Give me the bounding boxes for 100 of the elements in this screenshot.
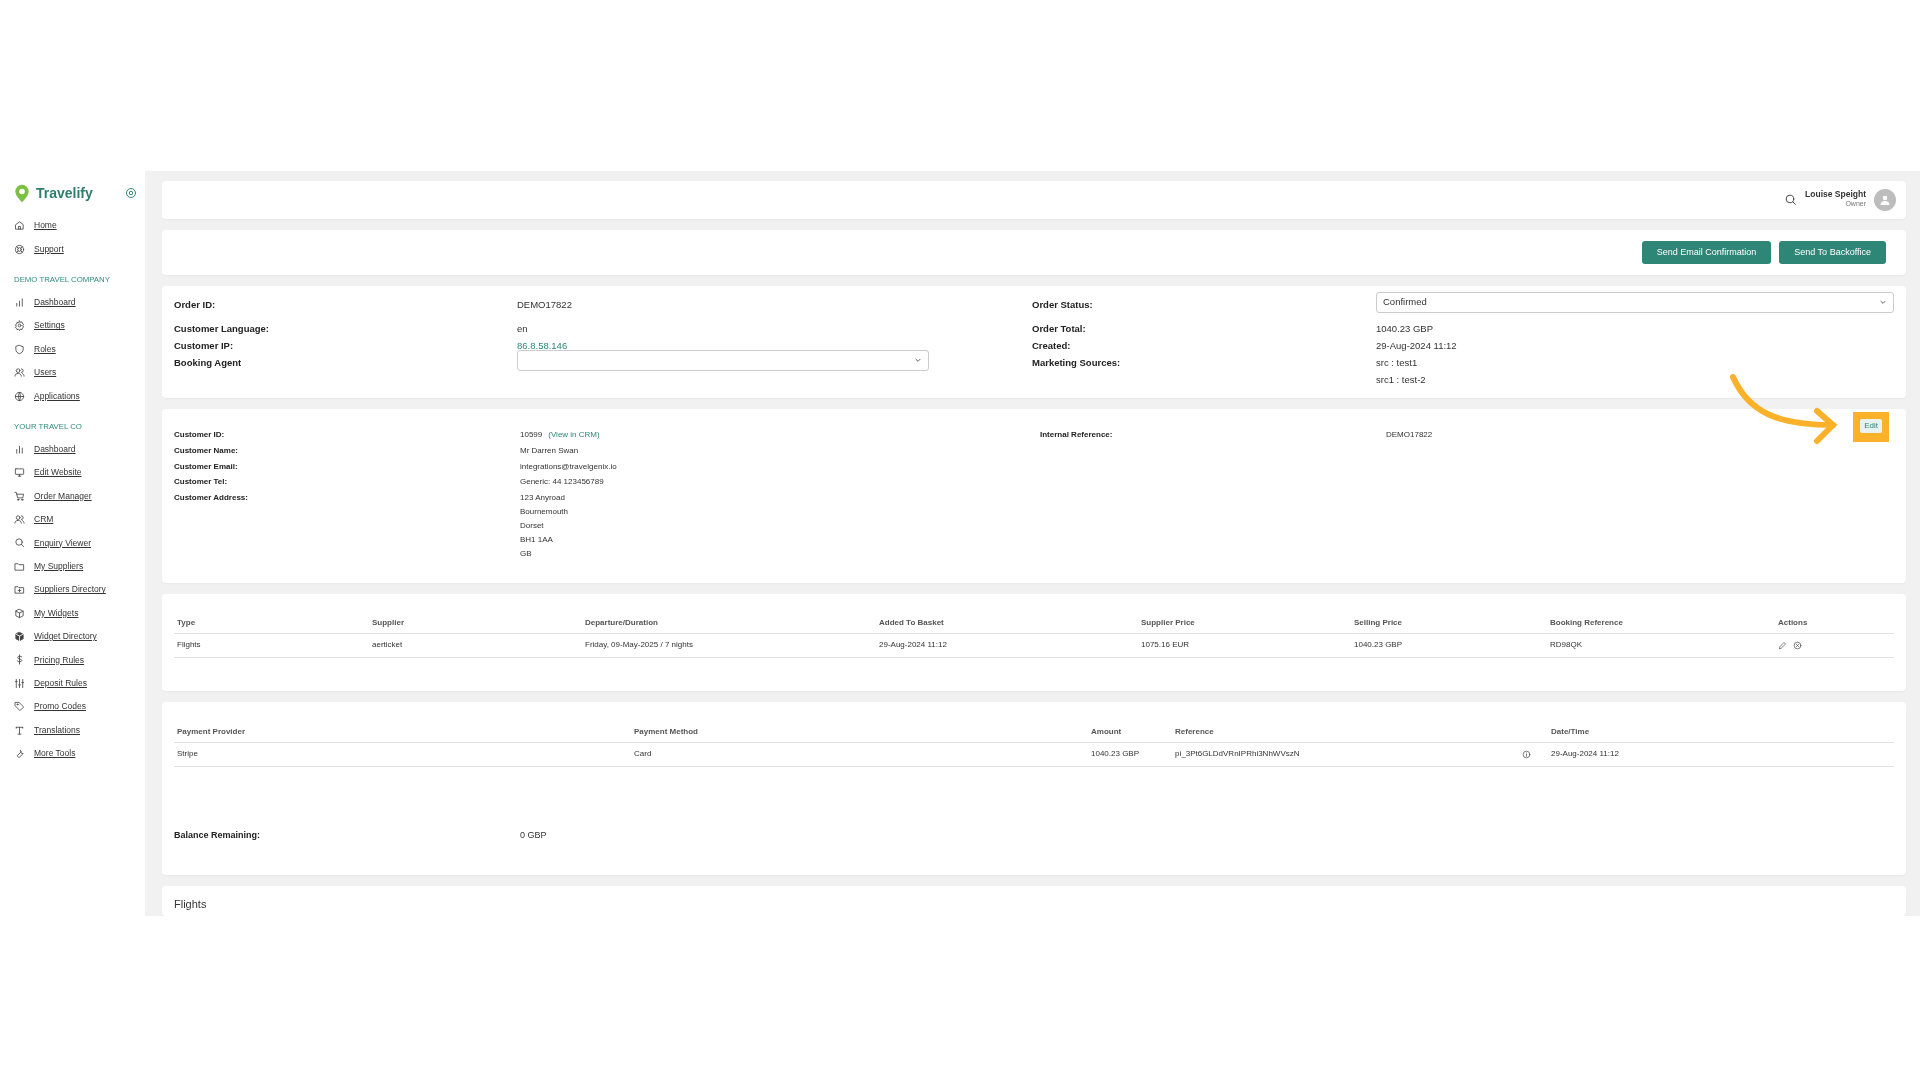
sidebar-item[interactable]: More Tools xyxy=(14,741,145,766)
cube-icon xyxy=(14,607,25,619)
user-name: Louise Speight xyxy=(1805,190,1866,200)
table-cell: Flights xyxy=(174,633,369,658)
field-value: integrations@travelgenix.io xyxy=(520,461,617,471)
column-header: Payment Provider xyxy=(174,722,631,743)
sidebar-item[interactable]: Applications xyxy=(14,384,145,408)
sidebar-item[interactable]: Home xyxy=(14,214,145,238)
field-label: Created: xyxy=(1032,339,1071,351)
sidebar-item[interactable]: Settings xyxy=(14,314,145,338)
section-title: Flights xyxy=(174,897,208,912)
users-icon xyxy=(14,367,25,379)
field-label: Customer ID: xyxy=(174,430,225,440)
address-line: GB xyxy=(520,547,533,560)
chevron-down-icon xyxy=(1879,298,1887,307)
pencil-icon[interactable] xyxy=(1778,640,1787,650)
close-icon[interactable] xyxy=(1793,640,1802,650)
sidebar-item[interactable]: My Suppliers xyxy=(14,554,145,579)
column-header: Reference xyxy=(1172,722,1519,743)
field-label: Order Status: xyxy=(1032,298,1093,310)
field-value: Generic: 44 123456789 xyxy=(520,477,604,487)
bar-chart-icon xyxy=(14,296,25,308)
address-line: Bournemouth xyxy=(520,505,570,518)
chevron-down-icon xyxy=(914,356,922,365)
globe-icon xyxy=(14,390,25,402)
table-cell: pi_3Pt6GLDdVRnIPRhi3NhWVszN xyxy=(1172,742,1519,767)
info-icon[interactable] xyxy=(1522,749,1531,759)
field-value: DEMO17822 xyxy=(517,298,572,310)
tag-icon xyxy=(14,701,25,713)
table-cell: 29-Aug-2024 11:12 xyxy=(1548,742,1894,767)
field-label: Marketing Sources: xyxy=(1032,356,1121,368)
column-header: Date/Time xyxy=(1548,722,1894,743)
field-label: Booking Agent xyxy=(174,356,242,368)
sidebar-item[interactable]: Dashboard xyxy=(14,290,145,315)
ip-link[interactable]: 86.8.58.146 xyxy=(517,339,568,351)
column-header: Amount xyxy=(1088,722,1172,743)
field-value: 1040.23 GBP xyxy=(1376,322,1434,334)
field-label: Customer Email: xyxy=(174,461,238,471)
shield-icon xyxy=(14,343,25,355)
field-label: Customer Name: xyxy=(174,445,238,455)
crm-link[interactable]: (View in CRM) xyxy=(548,430,600,440)
table-cell: Stripe xyxy=(174,742,631,767)
sidebar-item[interactable]: Dashboard xyxy=(14,437,145,462)
select-field[interactable] xyxy=(517,349,929,371)
sidebar-item[interactable]: Promo Codes xyxy=(14,695,145,719)
field-label: Internal Reference: xyxy=(1040,430,1113,440)
sidebar-item[interactable]: Enquiry Viewer xyxy=(14,531,145,555)
sidebar-item[interactable]: Pricing Rules xyxy=(14,648,145,672)
sidebar-item[interactable]: Translations xyxy=(14,718,145,742)
sidebar-item[interactable]: Edit Website xyxy=(14,461,145,485)
edit-button[interactable]: Edit xyxy=(1860,419,1882,434)
sidebar-item[interactable]: My Widgets xyxy=(14,601,145,625)
search-icon xyxy=(14,537,25,549)
folder-icon xyxy=(14,560,25,572)
field-value: 10599 xyxy=(520,430,543,440)
field-value: Mr Darren Swan xyxy=(520,445,579,455)
sidebar-item[interactable]: Suppliers Directory xyxy=(14,578,145,602)
action-button[interactable]: Send To Backoffice xyxy=(1779,240,1886,265)
field-label: Customer Tel: xyxy=(174,477,228,487)
column-header: Departure/Duration xyxy=(582,613,876,634)
column-header: Selling Price xyxy=(1351,613,1547,634)
address-line: 123 Anyroad xyxy=(520,491,566,504)
search-icon[interactable] xyxy=(1784,193,1798,207)
field-value: DEMO17822 xyxy=(1386,430,1433,440)
field-value: src1 : test-2 xyxy=(1376,372,1427,387)
column-header: Payment Method xyxy=(631,722,1088,743)
table-cell: RD98QK xyxy=(1547,633,1775,658)
bar-chart-icon xyxy=(14,443,25,455)
column-header: Actions xyxy=(1775,613,1894,634)
action-button[interactable]: Send Email Confirmation xyxy=(1641,240,1772,265)
sidebar-item[interactable]: Widget Directory xyxy=(14,624,145,649)
column-header: Booking Reference xyxy=(1547,613,1775,634)
column-header: Type xyxy=(174,613,369,634)
cube-icon xyxy=(14,631,25,643)
folder-plus-icon xyxy=(14,584,25,596)
sidebar-item[interactable]: Deposit Rules xyxy=(14,671,145,696)
sidebar-item[interactable]: Support xyxy=(14,237,145,261)
sidebar-item[interactable]: Roles xyxy=(14,337,145,361)
brand-name: Travelify xyxy=(36,183,93,203)
field-label: Customer Language: xyxy=(174,322,269,334)
monitor-icon xyxy=(14,467,25,479)
logo-icon xyxy=(14,183,30,203)
sidebar-item[interactable]: Order Manager xyxy=(14,484,145,508)
sidebar-item[interactable]: Users xyxy=(14,360,145,385)
table-cell: Friday, 09-May-2025 / 7 nights xyxy=(582,633,876,658)
select-field[interactable]: Confirmed xyxy=(1376,291,1894,313)
home-icon xyxy=(14,220,25,232)
field-label: Customer Address: xyxy=(174,492,248,502)
users-icon xyxy=(14,514,25,526)
sidebar-item[interactable]: CRM xyxy=(14,507,145,532)
lifebuoy-icon xyxy=(14,243,25,255)
column-header: Added To Basket xyxy=(876,613,1138,634)
field-value: src : test1 xyxy=(1376,355,1419,370)
collapse-toggle-icon[interactable] xyxy=(125,187,137,199)
field-label: Order ID: xyxy=(174,298,216,310)
table-cell: 1040.23 GBP xyxy=(1088,742,1172,767)
field-label: Customer IP: xyxy=(174,339,234,351)
field-value: en xyxy=(517,322,528,334)
balance-value: 0 GBP xyxy=(520,828,548,842)
balance-label: Balance Remaining: xyxy=(174,828,262,842)
